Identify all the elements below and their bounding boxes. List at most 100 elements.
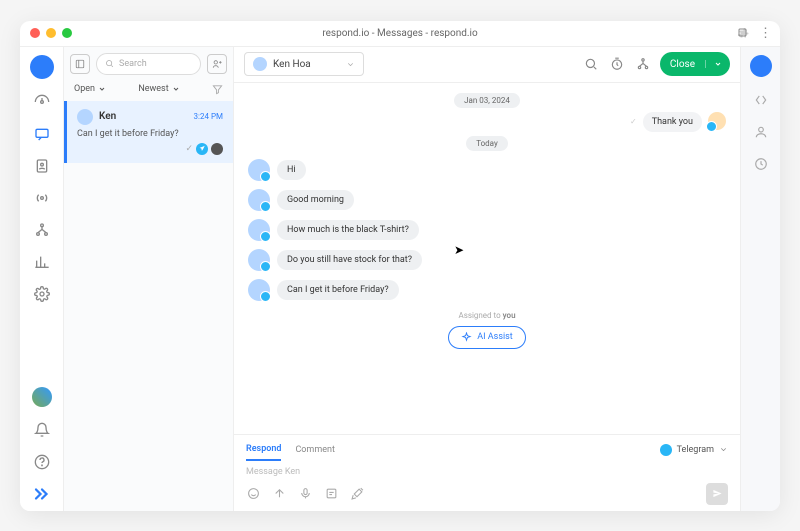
- search-input[interactable]: Search: [96, 53, 201, 75]
- chevron-down-icon: [719, 445, 728, 454]
- user-avatar[interactable]: [32, 387, 52, 407]
- profile-avatar[interactable]: [750, 55, 772, 77]
- sort-filter[interactable]: Newest: [138, 84, 179, 94]
- message-preview: Can I get it before Friday?: [77, 129, 223, 139]
- ai-tool-icon[interactable]: [350, 487, 364, 501]
- read-check-icon: ✓: [185, 144, 193, 154]
- chat-header: Ken Hoa Close: [234, 47, 740, 83]
- message-time: 3:24 PM: [194, 112, 223, 121]
- inbox-toolbar: Search: [64, 47, 233, 81]
- composer-toolbar: [246, 483, 728, 505]
- expand-icon[interactable]: [752, 91, 770, 109]
- snippet-icon[interactable]: [324, 487, 338, 501]
- titlebar: respond.io - Messages - respond.io ⋮: [20, 21, 780, 47]
- contact-name: Ken: [99, 111, 188, 122]
- conversation-item[interactable]: Ken 3:24 PM Can I get it before Friday? …: [64, 101, 233, 163]
- ai-assist-label: AI Assist: [477, 332, 513, 342]
- settings-icon[interactable]: [33, 285, 51, 303]
- date-separator: Jan 03, 2024: [454, 93, 520, 108]
- tab-respond[interactable]: Respond: [246, 439, 281, 461]
- broadcast-icon[interactable]: [33, 189, 51, 207]
- message-bubble: Do you still have stock for that?: [277, 250, 422, 270]
- incoming-message: How much is the black T-shirt?: [248, 219, 726, 241]
- message-bubble: Hi: [277, 160, 306, 180]
- chevron-down-icon: [98, 85, 106, 93]
- customer-avatar: [248, 189, 270, 211]
- emoji-icon[interactable]: [246, 487, 260, 501]
- close-dropdown[interactable]: [705, 60, 730, 68]
- ai-assist-button[interactable]: AI Assist: [448, 326, 526, 349]
- chat-panel: Ken Hoa Close Jan 03, 2024 ✓ Thank you: [234, 47, 740, 511]
- telegram-badge-icon: [196, 143, 208, 155]
- inbox-filters: Open Newest: [64, 81, 233, 101]
- composer-tabs: Respond Comment Telegram: [246, 439, 728, 461]
- dashboard-icon[interactable]: [33, 93, 51, 111]
- main-layout: Search Open Newest Ken 3:24 PM Can I get…: [20, 47, 780, 511]
- contact-avatar: [77, 109, 93, 125]
- close-conversation-button[interactable]: Close: [660, 52, 730, 76]
- chevron-down-icon: [346, 60, 355, 69]
- tab-comment[interactable]: Comment: [295, 440, 334, 460]
- incoming-message: Do you still have stock for that?: [248, 249, 726, 271]
- message-list: Jan 03, 2024 ✓ Thank you Today Hi Good m…: [234, 83, 740, 434]
- search-placeholder: Search: [119, 59, 147, 69]
- sparkle-icon: [461, 332, 472, 343]
- conversation-badges: ✓: [77, 143, 223, 155]
- app-window: respond.io - Messages - respond.io ⋮: [20, 21, 780, 511]
- composer: Respond Comment Telegram Message Ken: [234, 434, 740, 511]
- notifications-icon[interactable]: [33, 421, 51, 439]
- date-separator: Today: [466, 136, 508, 151]
- close-label: Close: [660, 59, 705, 70]
- customer-avatar: [248, 279, 270, 301]
- ai-assist-row: AI Assist: [248, 326, 726, 349]
- messages-icon[interactable]: [33, 125, 51, 143]
- workspace-logo[interactable]: [30, 55, 54, 79]
- reports-icon[interactable]: [33, 253, 51, 271]
- titlebar-actions: ⋮: [737, 26, 772, 41]
- agent-avatar: [708, 112, 726, 130]
- channel-selector[interactable]: Telegram: [660, 444, 728, 456]
- send-button[interactable]: [706, 483, 728, 505]
- customer-avatar: [248, 249, 270, 271]
- chevron-down-icon: [172, 85, 180, 93]
- contact-avatar: [253, 57, 267, 71]
- message-bubble: How much is the black T-shirt?: [277, 220, 419, 240]
- contacts-icon[interactable]: [33, 157, 51, 175]
- customer-avatar: [248, 159, 270, 181]
- attach-icon[interactable]: [272, 487, 286, 501]
- layout-toggle-icon[interactable]: [70, 54, 90, 74]
- snooze-icon[interactable]: [608, 55, 626, 73]
- ai-persona-icon[interactable]: [752, 123, 770, 141]
- menu-icon[interactable]: ⋮: [759, 26, 772, 41]
- delivered-check-icon: ✓: [630, 117, 637, 126]
- inbox-panel: Search Open Newest Ken 3:24 PM Can I get…: [64, 47, 234, 511]
- outgoing-message: ✓ Thank you: [248, 112, 726, 132]
- left-nav: [20, 47, 64, 511]
- activity-icon[interactable]: [752, 155, 770, 173]
- contact-name: Ken Hoa: [273, 59, 340, 70]
- message-bubble: Good morning: [277, 190, 354, 210]
- contact-selector[interactable]: Ken Hoa: [244, 52, 364, 76]
- window-title: respond.io - Messages - respond.io: [20, 28, 780, 39]
- add-contact-icon[interactable]: [207, 54, 227, 74]
- telegram-icon: [660, 444, 672, 456]
- status-filter[interactable]: Open: [74, 84, 106, 94]
- assignment-notice: Assigned to you: [248, 311, 726, 320]
- assign-icon[interactable]: [634, 55, 652, 73]
- message-input[interactable]: Message Ken: [246, 461, 728, 483]
- help-icon[interactable]: [33, 453, 51, 471]
- filter-icon[interactable]: [212, 84, 223, 95]
- incoming-message: Good morning: [248, 189, 726, 211]
- channel-label: Telegram: [677, 445, 714, 455]
- right-rail: [740, 47, 780, 511]
- customer-avatar: [248, 219, 270, 241]
- message-bubble: Thank you: [643, 112, 702, 132]
- extension-icon[interactable]: [737, 27, 749, 39]
- workflow-icon[interactable]: [33, 221, 51, 239]
- search-conversation-icon[interactable]: [582, 55, 600, 73]
- assignee-avatar: [211, 143, 223, 155]
- message-bubble: Can I get it before Friday?: [277, 280, 399, 300]
- incoming-message: Can I get it before Friday?: [248, 279, 726, 301]
- brand-logo: [33, 485, 51, 503]
- voice-icon[interactable]: [298, 487, 312, 501]
